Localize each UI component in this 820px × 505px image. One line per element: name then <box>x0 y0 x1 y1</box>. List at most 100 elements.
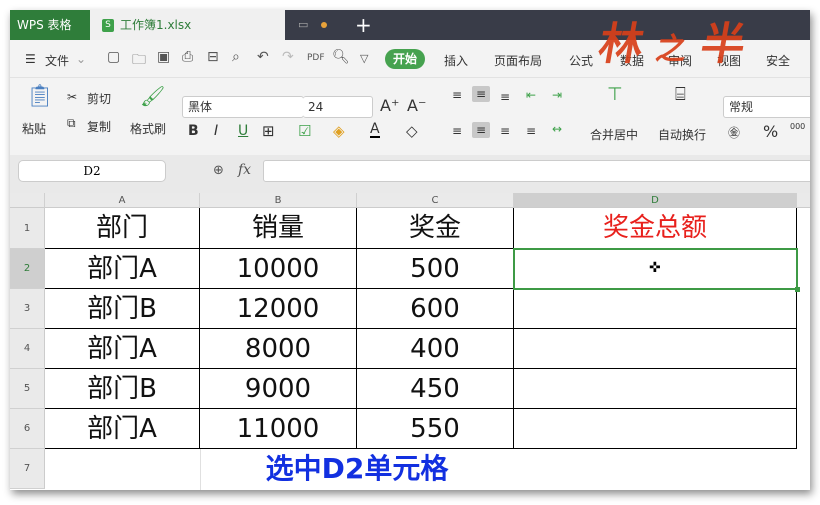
fill-color-icon[interactable]: ◈ <box>333 122 345 140</box>
column-header-a[interactable]: A <box>45 193 200 208</box>
scissors-icon[interactable]: ✂ <box>67 90 77 104</box>
data-cell[interactable]: 部门B <box>45 289 200 329</box>
chevron-down-icon[interactable]: ⌄ <box>76 52 86 66</box>
data-cell[interactable]: 11000 <box>200 409 357 449</box>
data-cell[interactable]: 550 <box>357 409 514 449</box>
justify-icon[interactable]: ≡ <box>526 124 536 138</box>
fx-button[interactable]: fx <box>238 162 251 178</box>
data-cell[interactable]: 600 <box>357 289 514 329</box>
monitor-icon[interactable]: ▭ <box>298 10 308 40</box>
tab-start[interactable]: 开始 <box>385 49 425 69</box>
align-bottom-icon[interactable]: ≡ <box>500 90 510 104</box>
distributed-icon[interactable]: ↔ <box>552 122 562 136</box>
row-header[interactable]: 6 <box>10 409 45 449</box>
data-cell[interactable] <box>514 289 797 329</box>
more-icon[interactable]: ▽ <box>360 52 368 65</box>
align-right-icon[interactable]: ≡ <box>500 124 510 138</box>
data-cell[interactable]: 450 <box>357 369 514 409</box>
format-painter-icon[interactable]: 🖌︎ <box>140 84 165 108</box>
print-preview-icon[interactable]: ⊟ <box>207 49 219 65</box>
italic-button[interactable]: I <box>214 123 218 139</box>
underline-button[interactable]: U <box>238 123 248 139</box>
name-box[interactable]: D2 <box>18 160 166 182</box>
preview-search-icon[interactable]: ⌕ <box>232 49 240 65</box>
align-left-icon[interactable]: ≡ <box>452 124 462 138</box>
data-cell[interactable] <box>514 369 797 409</box>
header-cell[interactable]: 奖金 <box>357 208 514 249</box>
data-cell[interactable]: 部门A <box>45 329 200 369</box>
file-menu[interactable]: 文件 <box>45 52 69 69</box>
percent-button[interactable]: % <box>763 122 778 141</box>
paste-button[interactable]: 粘贴 <box>22 120 46 137</box>
row-header[interactable]: 5 <box>10 369 45 409</box>
currency-icon[interactable]: ㊎ <box>728 124 740 141</box>
header-cell[interactable]: 奖金总额 <box>514 208 797 249</box>
data-cell[interactable]: 500 <box>357 249 514 289</box>
row-header[interactable]: 7 <box>10 449 45 489</box>
bold-button[interactable]: B <box>188 123 199 139</box>
workbook-tab[interactable]: S 工作簿1.xlsx ▭ <box>90 10 327 40</box>
borders-icon[interactable]: ⊞ <box>262 122 275 140</box>
print-icon[interactable]: ⎙ <box>182 49 193 65</box>
row-header[interactable]: 4 <box>10 329 45 369</box>
data-cell[interactable]: 12000 <box>200 289 357 329</box>
column-header-e[interactable] <box>797 193 810 208</box>
data-cell[interactable] <box>514 329 797 369</box>
select-all-corner[interactable] <box>10 193 45 208</box>
hamburger-icon[interactable]: ☰ <box>25 52 36 66</box>
column-header-c[interactable]: C <box>357 193 514 208</box>
column-header-b[interactable]: B <box>200 193 357 208</box>
indent-icon[interactable]: ⇥ <box>552 88 562 102</box>
font-size-select[interactable]: 24 <box>303 96 373 118</box>
cell-style-icon[interactable]: ☑ <box>298 122 311 140</box>
header-cell[interactable]: 销量 <box>200 208 357 249</box>
new-file-icon[interactable]: ▢ <box>107 49 120 65</box>
data-cell[interactable] <box>514 409 797 449</box>
copy-button[interactable]: 复制 <box>87 118 111 135</box>
search-icon[interactable]: 🔍︎ <box>332 49 350 65</box>
data-cell[interactable]: 部门B <box>45 369 200 409</box>
redo-icon[interactable]: ↷ <box>282 49 294 65</box>
tab-security[interactable]: 安全 <box>766 52 790 69</box>
undo-icon[interactable]: ↶ <box>257 49 269 65</box>
row-header[interactable]: 2 <box>10 249 45 289</box>
data-cell[interactable]: 部门A <box>45 249 200 289</box>
fill-handle[interactable] <box>795 287 800 292</box>
copy-icon[interactable]: ⧉ <box>67 116 76 131</box>
formula-input[interactable] <box>263 160 810 182</box>
align-top-icon[interactable]: ≡ <box>452 88 462 102</box>
merge-center-button[interactable]: 合并居中 <box>590 126 638 143</box>
data-cell[interactable]: 8000 <box>200 329 357 369</box>
thousands-button[interactable]: 000 <box>790 122 805 131</box>
number-format-select[interactable]: 常规 <box>723 96 810 118</box>
decrease-font-icon[interactable]: A⁻ <box>407 96 426 115</box>
row-header[interactable]: 3 <box>10 289 45 329</box>
clear-icon[interactable]: ◇ <box>406 122 418 140</box>
save-icon[interactable]: ▣ <box>157 49 170 65</box>
data-cell[interactable]: 400 <box>357 329 514 369</box>
cut-button[interactable]: 剪切 <box>87 90 111 107</box>
app-tab[interactable]: WPS 表格 <box>10 10 90 40</box>
font-name-select[interactable]: 黑体 <box>182 96 304 118</box>
row-header[interactable]: 1 <box>10 208 45 249</box>
align-center-icon[interactable]: ≡ <box>472 122 491 138</box>
merge-icon[interactable]: ⊤ <box>607 84 623 105</box>
export-pdf-icon[interactable]: PDF <box>307 53 325 63</box>
header-cell[interactable]: 部门 <box>45 208 200 249</box>
align-middle-icon[interactable]: ≡ <box>472 86 491 102</box>
column-header-d[interactable]: D <box>514 193 797 208</box>
font-color-icon[interactable]: A <box>370 122 380 138</box>
data-cell[interactable]: 9000 <box>200 369 357 409</box>
increase-font-icon[interactable]: A⁺ <box>380 96 399 115</box>
tab-formulas[interactable]: 公式 <box>569 52 593 69</box>
data-cell[interactable]: 部门A <box>45 409 200 449</box>
new-tab-button[interactable]: + <box>355 10 372 40</box>
format-painter-button[interactable]: 格式刷 <box>130 120 166 137</box>
data-cell[interactable]: 10000 <box>200 249 357 289</box>
zoom-search-icon[interactable]: ⊕ <box>213 163 224 178</box>
tab-page-layout[interactable]: 页面布局 <box>494 52 542 69</box>
wrap-text-icon[interactable]: ⌸ <box>675 84 686 105</box>
wrap-text-button[interactable]: 自动换行 <box>658 126 706 143</box>
outdent-icon[interactable]: ⇤ <box>526 88 536 102</box>
tab-insert[interactable]: 插入 <box>444 52 468 69</box>
